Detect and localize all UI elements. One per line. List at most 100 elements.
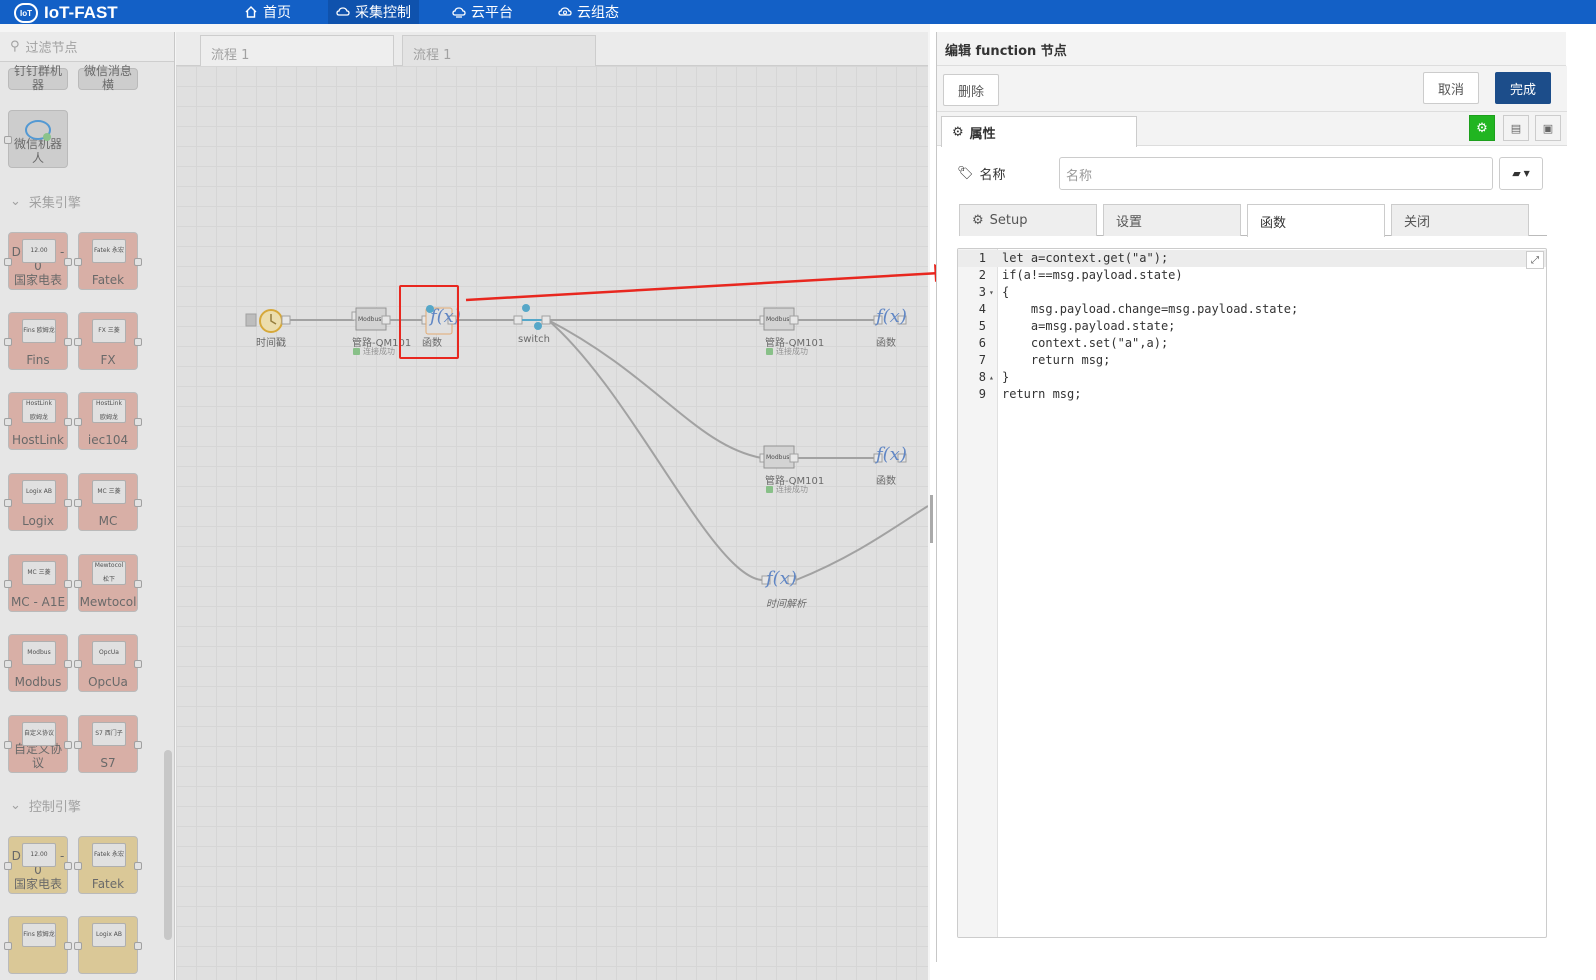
output-port[interactable] [64, 258, 72, 266]
output-port[interactable] [134, 942, 142, 950]
tab-flow-1[interactable]: 流程 1 [200, 35, 394, 66]
panel-splitter[interactable] [930, 495, 933, 543]
code-line[interactable]: 7 return msg; [958, 352, 1546, 369]
input-port[interactable] [4, 258, 12, 266]
wire [547, 319, 763, 459]
code-line[interactable]: 2 if(a!==msg.payload.state) [958, 267, 1546, 284]
tab-flow-1-active[interactable]: 流程 1 [402, 35, 596, 66]
input-port[interactable] [74, 660, 82, 668]
output-port[interactable] [64, 942, 72, 950]
input-port[interactable] [4, 862, 12, 870]
nav-cloud-scada[interactable]: 云组态 [550, 0, 627, 24]
input-port[interactable] [74, 942, 82, 950]
cancel-button[interactable]: 取消 [1423, 72, 1479, 104]
code-line[interactable]: 1 let a=context.get("a"); [958, 250, 1546, 267]
delete-button[interactable]: 删除 [943, 74, 999, 106]
palette-node-fins[interactable]: Fins 欧姆龙 Fins [4, 312, 72, 370]
palette-node-dlt645-control[interactable]: 12.00DLT645 - 0 国家电表 [4, 836, 72, 894]
palette-node-mc-a1e[interactable]: MC 三菱 MC - A1E [4, 554, 72, 612]
palette-node-logix[interactable]: Logix AB Logix [4, 473, 72, 531]
palette-node-dlt645[interactable]: 12.00DLT645 - 0 国家电表 [4, 232, 72, 290]
input-port[interactable] [4, 418, 12, 426]
palette-node-modbus[interactable]: Modbus Modbus [4, 634, 72, 692]
palette-scrollbar[interactable] [164, 750, 172, 940]
input-port[interactable] [4, 136, 12, 144]
input-port[interactable] [4, 580, 12, 588]
expand-editor-icon[interactable]: ⤢ [1526, 251, 1544, 269]
palette-node-custom-protocol[interactable]: 自定义协议 自定义协议 [4, 715, 72, 773]
palette-filter[interactable]: ⚲ 过滤节点 [0, 32, 174, 62]
appearance-button[interactable]: ▣ [1535, 115, 1561, 141]
palette-node-opcua[interactable]: OpcUa OpcUa [74, 634, 142, 692]
brand[interactable]: IoT IoT-FAST [14, 2, 118, 24]
filter-input[interactable]: 过滤节点 [26, 37, 78, 56]
input-port[interactable] [74, 580, 82, 588]
output-port[interactable] [134, 338, 142, 346]
nav-collect-control[interactable]: 采集控制 [328, 0, 419, 24]
output-port[interactable] [134, 660, 142, 668]
code-editor[interactable]: 1 let a=context.get("a"); 2 if(a!==msg.pay… [957, 248, 1547, 938]
input-port[interactable] [4, 499, 12, 507]
output-port[interactable] [134, 580, 142, 588]
palette-node-fins-control[interactable]: Fins 欧姆龙 [4, 916, 72, 974]
tab-settings[interactable]: 设置 [1103, 204, 1241, 236]
name-input[interactable]: 名称 [1059, 157, 1493, 190]
output-port[interactable] [64, 741, 72, 749]
node-settings-button[interactable]: ⚙ [1469, 115, 1495, 141]
palette-node-mewtocol[interactable]: Mewtocol 松下 Mewtocol [74, 554, 142, 612]
nav-cloud-platform[interactable]: 云平台 [444, 0, 521, 24]
input-port[interactable] [74, 418, 82, 426]
output-port[interactable] [134, 418, 142, 426]
input-port[interactable] [4, 660, 12, 668]
tab-close[interactable]: 关闭 [1391, 204, 1529, 236]
palette-node-fx[interactable]: FX 三菱 FX [74, 312, 142, 370]
nav-home[interactable]: 首页 [236, 0, 299, 24]
input-port[interactable] [4, 741, 12, 749]
category-collect[interactable]: ⌄ 采集引擎 [10, 192, 81, 211]
input-port[interactable] [4, 942, 12, 950]
code-line[interactable]: 5 a=msg.payload.state; [958, 318, 1546, 335]
category-control[interactable]: ⌄ 控制引擎 [10, 796, 81, 815]
palette-node-dingtalk[interactable]: 钉钉群机器 [8, 64, 68, 92]
palette-node-s7[interactable]: S7 西门子 S7 [74, 715, 142, 773]
flow-workspace[interactable]: f(x) f(x) f(x) f(x) Modbus Modbus Modbus… [176, 66, 928, 980]
icon-picker-button[interactable]: ▰ ▼ [1499, 157, 1543, 190]
output-port[interactable] [134, 499, 142, 507]
output-port[interactable] [64, 418, 72, 426]
input-port[interactable] [74, 862, 82, 870]
tab-properties[interactable]: ⚙ 属性 [941, 116, 1137, 147]
output-port[interactable] [64, 660, 72, 668]
palette-node-fatek[interactable]: Fatek 永宏 Fatek [74, 232, 142, 290]
palette-node-hostlink[interactable]: HostLink 欧姆龙 HostLink [4, 392, 72, 450]
flow-tab-bar: 流程 1 流程 1 [176, 32, 928, 66]
output-port[interactable] [64, 862, 72, 870]
code-line[interactable]: 3 ▾{ [958, 284, 1546, 301]
input-port[interactable] [74, 741, 82, 749]
description-button[interactable]: ▤ [1503, 115, 1529, 141]
output-port[interactable] [64, 499, 72, 507]
code-line[interactable]: 6 context.set("a",a); [958, 335, 1546, 352]
fold-caret-icon[interactable]: ▴ [989, 369, 994, 386]
tab-setup[interactable]: ⚙ Setup [959, 204, 1097, 236]
palette-node-wechat-msg[interactable]: 微信消息横 [78, 64, 138, 92]
output-port[interactable] [134, 258, 142, 266]
code-line[interactable]: 8 ▴} [958, 369, 1546, 386]
palette-node-wechat-bot[interactable]: 微信机器人 [4, 110, 68, 168]
done-button[interactable]: 完成 [1495, 72, 1551, 104]
palette-node-logix-control[interactable]: Logix AB [74, 916, 142, 974]
input-port[interactable] [4, 338, 12, 346]
code-line[interactable]: 4 msg.payload.change=msg.payload.state; [958, 301, 1546, 318]
palette-node-mc[interactable]: MC 三菱 MC [74, 473, 142, 531]
input-port[interactable] [74, 258, 82, 266]
input-port[interactable] [74, 338, 82, 346]
output-port[interactable] [134, 862, 142, 870]
palette-node-iec104[interactable]: HostLink 欧姆龙 iec104 [74, 392, 142, 450]
code-line[interactable]: 9 return msg; [958, 386, 1546, 403]
output-port[interactable] [64, 580, 72, 588]
tab-function[interactable]: 函数 [1247, 204, 1385, 237]
fold-caret-icon[interactable]: ▾ [989, 284, 994, 301]
input-port[interactable] [74, 499, 82, 507]
output-port[interactable] [134, 741, 142, 749]
palette-node-fatek-control[interactable]: Fatek 永宏 Fatek [74, 836, 142, 894]
output-port[interactable] [64, 338, 72, 346]
